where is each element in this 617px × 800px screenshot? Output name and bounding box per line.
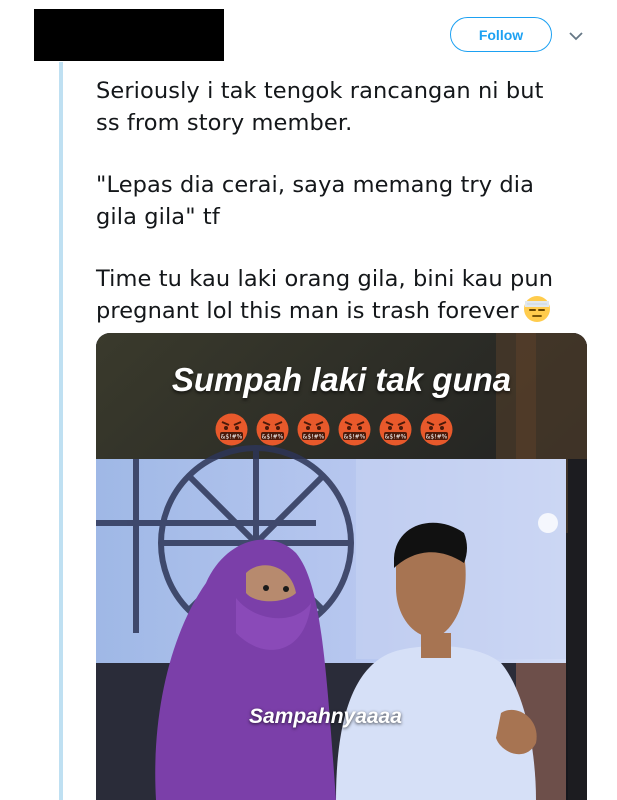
tv-scene-photo xyxy=(96,333,587,800)
svg-text:&$!#%: &$!#% xyxy=(344,434,366,441)
media-caption-top: Sumpah laki tak guna xyxy=(171,361,512,398)
emoji-row: &$!#% &$!#% &$!#% &$!#% &$!#% &$!#% xyxy=(215,413,453,446)
follow-button[interactable]: Follow xyxy=(450,17,552,52)
chevron-down-icon xyxy=(569,31,583,40)
media-caption-bottom: Sampahnyaaaa xyxy=(249,705,402,728)
tweet-body: Seriously i tak tengok rancangan ni but … xyxy=(96,75,596,327)
face-with-symbols-on-mouth-emoji-icon: &$!#% xyxy=(215,413,248,446)
tweet-paragraph-1: Seriously i tak tengok rancangan ni but … xyxy=(96,78,544,136)
svg-text:&$!#%: &$!#% xyxy=(426,434,448,441)
unamused-bandage-face-emoji-icon xyxy=(523,296,550,322)
svg-text:&$!#%: &$!#% xyxy=(262,434,284,441)
face-with-symbols-on-mouth-emoji-icon: &$!#% xyxy=(338,413,371,446)
face-with-symbols-on-mouth-emoji-icon: &$!#% xyxy=(379,413,412,446)
face-with-symbols-on-mouth-emoji-icon: &$!#% xyxy=(256,413,289,446)
tweet-paragraph-3: Time tu kau laki orang gila, bini kau pu… xyxy=(96,263,596,327)
more-options-button[interactable] xyxy=(566,26,586,46)
svg-text:&$!#%: &$!#% xyxy=(385,434,407,441)
thread-line xyxy=(59,62,63,800)
face-with-symbols-on-mouth-emoji-icon: &$!#% xyxy=(420,413,453,446)
svg-text:&$!#%: &$!#% xyxy=(221,434,243,441)
face-with-symbols-on-mouth-emoji-icon: &$!#% xyxy=(297,413,330,446)
redacted-username xyxy=(34,9,224,61)
tweet-paragraph-3-text: Time tu kau laki orang gila, bini kau pu… xyxy=(96,266,554,324)
svg-text:&$!#%: &$!#% xyxy=(303,434,325,441)
tweet-paragraph-2: "Lepas dia cerai, saya memang try dia gi… xyxy=(96,172,535,230)
tweet-media-image[interactable]: Sumpah laki tak guna &$!#% &$!#% &$!#% &… xyxy=(96,333,587,800)
